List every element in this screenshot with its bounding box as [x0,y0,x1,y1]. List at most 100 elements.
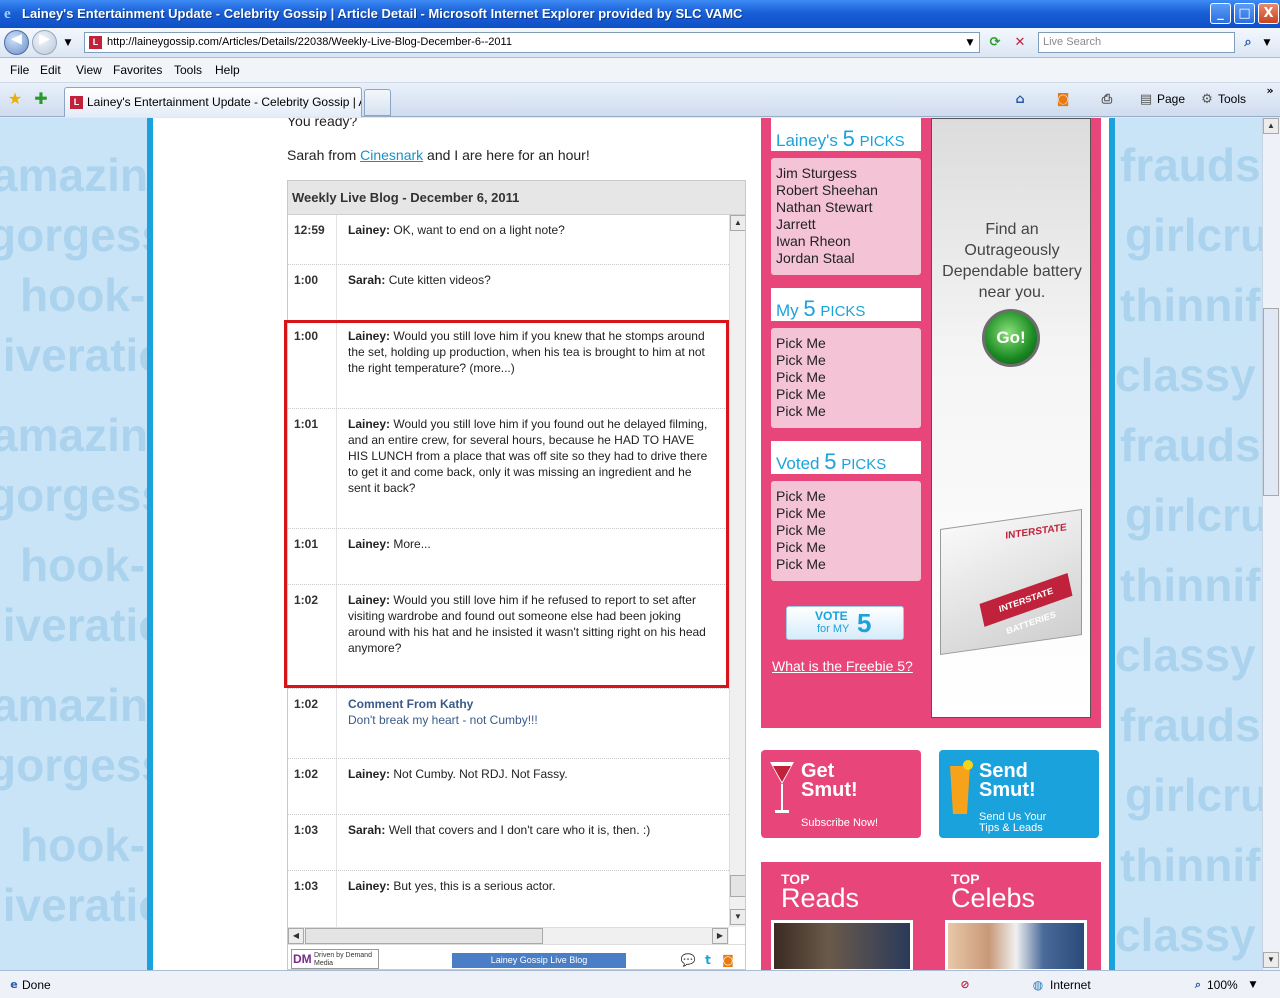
get-smut-title: Get Smut! [801,761,858,800]
entry-time: 1:02 [294,697,319,711]
toolbar-overflow-icon[interactable]: » [1260,81,1280,101]
scroll-thumb[interactable] [730,875,745,897]
window-titlebar: e Lainey's Entertainment Update - Celebr… [0,0,1280,28]
highlight-box [284,320,729,688]
background-decor: gorgess [0,209,167,261]
pick-item[interactable]: Jim Sturgess [776,165,916,182]
pick-item[interactable]: Nathan Stewart Jarrett [776,199,916,233]
page-icon: ▤ [1139,92,1153,107]
background-decor: thinnificat [1120,279,1262,331]
search-icon[interactable]: ⌕ [1238,33,1258,53]
freebie-5-link[interactable]: What is the Freebie 5? [772,658,913,674]
pick-item[interactable]: Pick Me [776,488,916,505]
pick-item[interactable]: Pick Me [776,522,916,539]
page-scroll-up-icon[interactable]: ▲ [1263,118,1279,134]
entry-text: Sarah: Cute kitten videos? [348,272,710,288]
comment-bubble-icon[interactable]: 💬 [678,950,698,969]
vote-for-my-5-button[interactable]: VOTE for MY 5 [786,606,904,640]
picks-header-label: PICKS [859,133,905,150]
intro-after: and I are here for an hour! [423,147,590,163]
forward-button[interactable]: ▶ [32,30,57,55]
send-smut-banner[interactable]: Send Smut! Send Us Your Tips & Leads [939,750,1099,838]
page-scroll-down-icon[interactable]: ▼ [1263,952,1279,968]
add-favorites-icon[interactable]: ✚ [31,89,51,109]
interstate-battery-ad[interactable]: Find an Outrageously Dependable battery … [931,118,1091,718]
menu-file[interactable]: File [10,63,29,77]
picks-header-label: PICKS [820,303,866,320]
tab-bar: ★ ✚ L Lainey's Entertainment Update - Ce… [0,83,1280,117]
stop-icon[interactable]: ✕ [1010,33,1030,53]
pick-item[interactable]: Pick Me [776,369,916,386]
url-field[interactable]: L http://laineygossip.com/Articles/Detai… [84,32,980,53]
pick-item[interactable]: Pick Me [776,556,916,573]
top-reads-thumbnail[interactable] [771,920,913,970]
my-picks-header: My 5 PICKS [771,288,921,321]
protected-mode-icon: ⊘ [960,978,970,991]
menu-favorites[interactable]: Favorites [113,63,162,77]
minimize-button[interactable]: _ [1210,3,1231,24]
pick-item[interactable]: Pick Me [776,386,916,403]
vote-line2: for MY [817,623,850,635]
search-options-icon[interactable]: ▼ [1257,33,1277,53]
scroll-right-arrow-icon[interactable]: ▶ [712,928,728,944]
maximize-button[interactable]: □ [1234,3,1255,24]
scroll-up-arrow-icon[interactable]: ▲ [730,215,745,231]
favorites-star-icon[interactable]: ★ [5,89,25,109]
horizontal-scroll-thumb[interactable] [305,928,543,944]
zoom-level[interactable]: 100% [1207,978,1238,992]
pick-item[interactable]: Jordan Staal [776,250,916,267]
menu-edit[interactable]: Edit [40,63,61,77]
blog-vertical-scrollbar[interactable]: ▲ ▼ [729,215,745,927]
page-scroll-thumb[interactable] [1263,308,1279,496]
pick-item[interactable]: Pick Me [776,352,916,369]
pick-item[interactable]: Pick Me [776,539,916,556]
menu-bar: File Edit View Favorites Tools Help [0,58,1280,83]
top-celebs-thumbnail[interactable] [945,920,1087,970]
zoom-dropdown-icon[interactable]: ▼ [1243,975,1263,995]
tools-menu[interactable]: Tools [1218,92,1246,106]
top-celebs-word: Celebs [951,883,1036,913]
menu-help[interactable]: Help [215,63,240,77]
status-text: Done [22,978,51,992]
cocktail-icon [770,762,794,813]
scroll-left-arrow-icon[interactable]: ◀ [288,928,304,944]
twitter-icon[interactable]: t [698,950,718,969]
menu-tools[interactable]: Tools [174,63,202,77]
back-button[interactable]: ◀ [4,30,29,55]
address-toolbar: ◀ ▶ ▼ L http://laineygossip.com/Articles… [0,28,1280,58]
pick-item[interactable]: Iwan Rheon [776,233,916,250]
cinesnark-link[interactable]: Cinesnark [360,147,423,163]
page-menu[interactable]: Page [1157,92,1185,106]
pick-item[interactable]: Robert Sheehan [776,182,916,199]
status-bar: e Done ⊘ ◍ Internet ⌕ 100% ▼ [0,970,1280,998]
my-picks-list: Pick Me Pick Me Pick Me Pick Me Pick Me [771,328,921,428]
live-search-input[interactable]: Live Search [1038,32,1235,53]
scroll-down-arrow-icon[interactable]: ▼ [730,909,745,925]
pick-item[interactable]: Pick Me [776,505,916,522]
home-icon[interactable]: ⌂ [1010,90,1030,110]
menu-view[interactable]: View [76,63,102,77]
background-decor: girlcrush [1125,209,1262,261]
zoom-icon: ⌕ [1194,978,1202,991]
url-dropdown-icon[interactable]: ▼ [960,33,980,53]
get-smut-banner[interactable]: Get Smut! Subscribe Now! [761,750,921,838]
recent-pages-dropdown-icon[interactable]: ▼ [58,33,78,53]
ad-go-button[interactable]: Go! [982,309,1040,367]
feeds-icon[interactable]: ◙ [1053,90,1073,110]
background-decor: frauds [1120,699,1261,751]
pick-item[interactable]: Pick Me [776,403,916,420]
close-button[interactable]: X [1258,3,1279,24]
blog-horizontal-scrollbar[interactable]: ◀ ▶ [288,927,729,944]
entry-text: Sarah: Well that covers and I don't care… [348,822,710,838]
subscribe-now-link[interactable]: Subscribe Now! [801,818,878,829]
tab-lainey[interactable]: L Lainey's Entertainment Update - Celebr… [64,87,362,117]
refresh-icon[interactable]: ⟳ [985,33,1005,53]
rss-icon[interactable]: ◙ [718,950,738,969]
print-icon[interactable]: ⎙ [1097,90,1117,110]
picks-header-name: Lainey's [776,131,838,150]
page-vertical-scrollbar[interactable]: ▲ ▼ [1262,118,1280,970]
pick-item[interactable]: Pick Me [776,335,916,352]
live-blog-logo: Lainey Gossip Live Blog [452,953,626,968]
new-tab-button[interactable] [364,89,391,116]
picks-header-name: Voted [776,454,820,473]
